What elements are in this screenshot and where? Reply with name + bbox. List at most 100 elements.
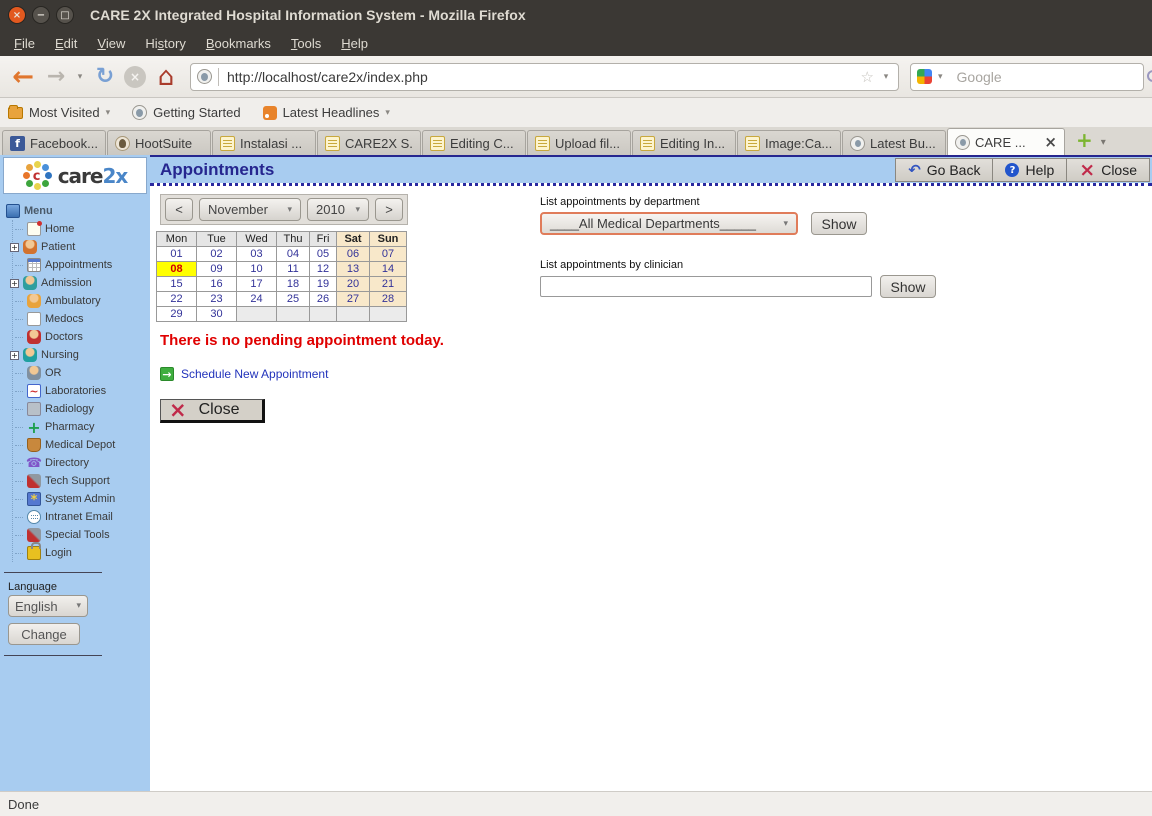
browser-tab[interactable]: CARE ...× [947,128,1065,155]
calendar-date-28[interactable]: 28 [370,292,407,307]
back-button-icon[interactable]: ← [8,62,38,92]
calendar-month-select[interactable]: November ▾ [199,198,301,221]
sidebar-item-system-admin[interactable]: System Admin [13,490,150,508]
calendar-date-29[interactable]: 29 [157,307,197,322]
sidebar-item-medical-depot[interactable]: Medical Depot [13,436,150,454]
sidebar-item-home[interactable]: Home [13,220,150,238]
expand-plus-icon[interactable]: + [10,279,19,288]
google-engine-icon[interactable] [917,69,932,84]
window-close-button[interactable]: × [8,6,26,24]
window-maximize-button[interactable]: □ [56,6,74,24]
calendar-date-25[interactable]: 25 [277,292,310,307]
sidebar-item-laboratories[interactable]: Laboratories [13,382,150,400]
menu-bookmarks[interactable]: Bookmarks [196,33,281,54]
sidebar-item-medocs[interactable]: Medocs [13,310,150,328]
tab-overflow-dropdown-icon[interactable]: ▾ [1101,137,1106,148]
calendar-date-02[interactable]: 02 [197,247,237,262]
reload-button-icon[interactable]: ↻ [91,64,119,89]
sidebar-item-nursing[interactable]: +Nursing [13,346,150,364]
calendar-date-07[interactable]: 07 [370,247,407,262]
browser-tab[interactable]: HootSuite [107,130,211,155]
sidebar-item-radiology[interactable]: Radiology [13,400,150,418]
show-department-button[interactable]: Show [811,212,867,235]
menu-help[interactable]: Help [331,33,378,54]
bookmark-most-visited[interactable]: Most Visited ▾ [8,105,110,120]
expand-plus-icon[interactable]: + [10,243,19,252]
browser-tab[interactable]: Editing C... [422,130,526,155]
go-back-button[interactable]: ↶ Go Back [895,158,993,182]
browser-tab[interactable]: CARE2X S... [317,130,421,155]
calendar-date-04[interactable]: 04 [277,247,310,262]
calendar-date-22[interactable]: 22 [157,292,197,307]
sidebar-item-admission[interactable]: +Admission [13,274,150,292]
sidebar-item-appointments[interactable]: Appointments [13,256,150,274]
calendar-date-30[interactable]: 30 [197,307,237,322]
history-dropdown-icon[interactable]: ▾ [74,72,86,82]
close-content-button[interactable]: × Close [160,399,265,423]
calendar-date-26[interactable]: 26 [310,292,337,307]
clinician-input[interactable] [540,276,872,297]
sidebar-item-ambulatory[interactable]: Ambulatory [13,292,150,310]
language-select[interactable]: English ▾ [8,595,88,617]
url-input[interactable] [225,68,855,86]
sidebar-item-intranet-email[interactable]: Intranet Email [13,508,150,526]
menu-file[interactable]: File [4,33,45,54]
calendar-date-15[interactable]: 15 [157,277,197,292]
calendar-date-14[interactable]: 14 [370,262,407,277]
schedule-new-appointment[interactable]: → Schedule New Appointment [160,367,1152,381]
calendar-date-03[interactable]: 03 [237,247,277,262]
close-page-button[interactable]: × Close [1067,158,1150,182]
browser-tab[interactable]: Editing In... [632,130,736,155]
expand-plus-icon[interactable]: + [10,351,19,360]
calendar-date-16[interactable]: 16 [197,277,237,292]
sidebar-item-tech-support[interactable]: Tech Support [13,472,150,490]
home-button-icon[interactable]: ⌂ [151,62,181,92]
calendar-date-01[interactable]: 01 [157,247,197,262]
help-button[interactable]: ? Help [993,158,1067,182]
calendar-date-21[interactable]: 21 [370,277,407,292]
sidebar-item-patient[interactable]: +Patient [13,238,150,256]
url-dropdown-icon[interactable]: ▾ [880,72,892,82]
menu-view[interactable]: View [87,33,135,54]
bookmark-latest-headlines[interactable]: Latest Headlines ▾ [263,105,390,120]
new-tab-button[interactable]: + [1076,128,1093,152]
sidebar-item-doctors[interactable]: Doctors [13,328,150,346]
show-clinician-button[interactable]: Show [880,275,936,298]
calendar-date-23[interactable]: 23 [197,292,237,307]
calendar-date-19[interactable]: 19 [310,277,337,292]
calendar-date-08[interactable]: 08 [157,262,197,277]
calendar-prev-button[interactable]: < [165,198,193,221]
stop-button-icon[interactable]: × [124,66,146,88]
calendar-date-06[interactable]: 06 [337,247,370,262]
calendar-date-09[interactable]: 09 [197,262,237,277]
forward-button-icon[interactable]: → [43,64,69,89]
search-input[interactable] [955,68,1140,86]
sidebar-item-or[interactable]: OR [13,364,150,382]
browser-tab[interactable]: Latest Bu... [842,130,946,155]
tab-close-icon[interactable]: × [1044,133,1057,151]
calendar-date-18[interactable]: 18 [277,277,310,292]
calendar-date-10[interactable]: 10 [237,262,277,277]
menu-edit[interactable]: Edit [45,33,87,54]
search-magnifier-icon[interactable] [1146,69,1152,84]
bookmark-getting-started[interactable]: Getting Started [132,105,240,120]
bookmark-star-icon[interactable]: ☆ [861,68,874,86]
sidebar-item-login[interactable]: Login [13,544,150,562]
menu-tools[interactable]: Tools [281,33,331,54]
sidebar-item-directory[interactable]: Directory [13,454,150,472]
calendar-date-12[interactable]: 12 [310,262,337,277]
calendar-date-13[interactable]: 13 [337,262,370,277]
language-change-button[interactable]: Change [8,623,80,645]
browser-tab[interactable]: Image:Ca... [737,130,841,155]
calendar-date-11[interactable]: 11 [277,262,310,277]
browser-tab[interactable]: Upload fil... [527,130,631,155]
schedule-new-appointment-link[interactable]: Schedule New Appointment [181,367,328,381]
menu-history[interactable]: History [135,33,195,54]
department-select[interactable]: ____All Medical Departments_____ ▾ [540,212,798,235]
calendar-date-24[interactable]: 24 [237,292,277,307]
calendar-date-17[interactable]: 17 [237,277,277,292]
url-bar[interactable]: ☆ ▾ [190,63,899,91]
search-engine-dropdown-icon[interactable]: ▾ [938,72,943,82]
sidebar-item-menu-root[interactable]: Menu [6,202,150,220]
calendar-date-20[interactable]: 20 [337,277,370,292]
